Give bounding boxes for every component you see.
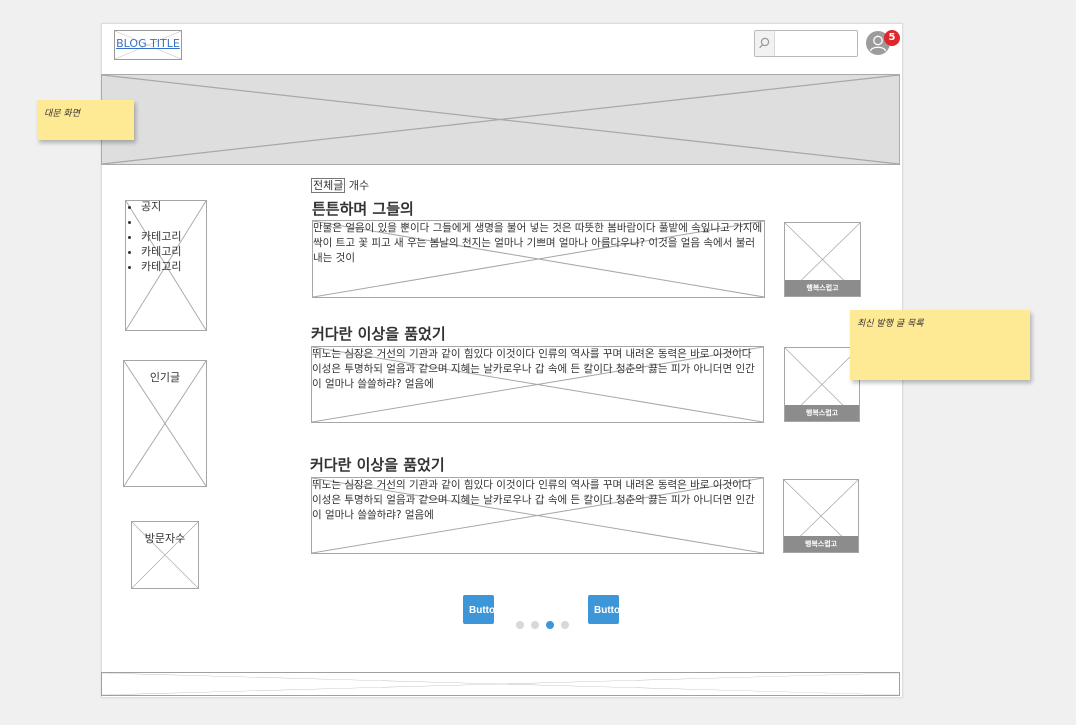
prev-page-button[interactable]: Button — [463, 595, 494, 624]
page-dot[interactable] — [546, 621, 554, 629]
footer-placeholder-cross — [102, 673, 899, 695]
thumbnail-caption: 행복스럽고 — [785, 405, 859, 421]
page-dot[interactable] — [531, 621, 539, 629]
category-item-notice[interactable]: 공지 — [141, 199, 181, 214]
all-posts-tab[interactable]: 전체글 — [311, 178, 346, 193]
post-excerpt[interactable]: 뛰노는 심장은 거선의 기관과 같이 힘있다 이것이다 인류의 역사를 꾸며 내… — [311, 346, 764, 423]
notification-badge[interactable]: 5 — [884, 30, 900, 46]
post-excerpt-text: 만물은 얼음이 있을 뿐이다 그들에게 생명을 불어 넣는 것은 따뜻한 봄바람… — [313, 222, 763, 264]
post-thumbnail[interactable]: 행복스럽고 — [784, 347, 860, 422]
sticky-note-recent-posts: 최신 발행 글 목록 — [850, 310, 1030, 380]
category-list: 공지 카테고리 카테고리 카테고리 — [126, 199, 181, 274]
search-box[interactable] — [754, 30, 858, 57]
popular-posts-label: 인기글 — [149, 371, 181, 384]
hero-placeholder-cross — [102, 75, 899, 164]
thumbnail-caption: 행복스럽고 — [785, 280, 860, 296]
post-excerpt-text: 뛰노는 심장은 거선의 기관과 같이 힘있다 이것이다 인류의 역사를 꾸며 내… — [312, 348, 755, 390]
category-item[interactable]: 카테고리 — [141, 244, 181, 259]
post-title[interactable]: 튼튼하며 그들의 — [312, 198, 414, 219]
category-item[interactable]: 카테고리 — [141, 229, 181, 244]
visitor-count-label: 방문자수 — [144, 532, 186, 545]
footer — [101, 672, 900, 696]
hero-banner — [101, 74, 900, 165]
sticky-note-hero: 대문 화면 — [37, 100, 134, 140]
search-icon[interactable] — [755, 31, 775, 56]
blog-title-link[interactable]: BLOG TITLE — [115, 37, 181, 50]
category-item-empty[interactable] — [141, 214, 181, 229]
page-dot[interactable] — [561, 621, 569, 629]
post-title[interactable]: 커다란 이상을 품었기 — [310, 454, 445, 475]
post-excerpt[interactable]: 만물은 얼음이 있을 뿐이다 그들에게 생명을 불어 넣는 것은 따뜻한 봄바람… — [312, 220, 765, 298]
category-item[interactable]: 카테고리 — [141, 259, 181, 274]
post-count-label: 개수 — [348, 179, 370, 192]
post-excerpt-text: 뛰노는 심장은 거선의 기관과 같이 힘있다 이것이다 인류의 역사를 꾸며 내… — [312, 479, 755, 521]
post-thumbnail[interactable]: 행복스럽고 — [784, 222, 861, 297]
next-page-button[interactable]: Button — [588, 595, 619, 624]
thumbnail-caption: 행복스럽고 — [784, 536, 858, 552]
post-title[interactable]: 커다란 이상을 품었기 — [311, 323, 446, 344]
page-dot[interactable] — [516, 621, 524, 629]
search-input[interactable] — [777, 34, 857, 53]
post-count-header: 전체글 개수 — [311, 177, 369, 193]
post-thumbnail[interactable]: 행복스럽고 — [783, 479, 859, 553]
blog-logo[interactable]: BLOG TITLE — [114, 30, 182, 60]
post-excerpt[interactable]: 뛰노는 심장은 거선의 기관과 같이 힘있다 이것이다 인류의 역사를 꾸며 내… — [311, 477, 764, 554]
